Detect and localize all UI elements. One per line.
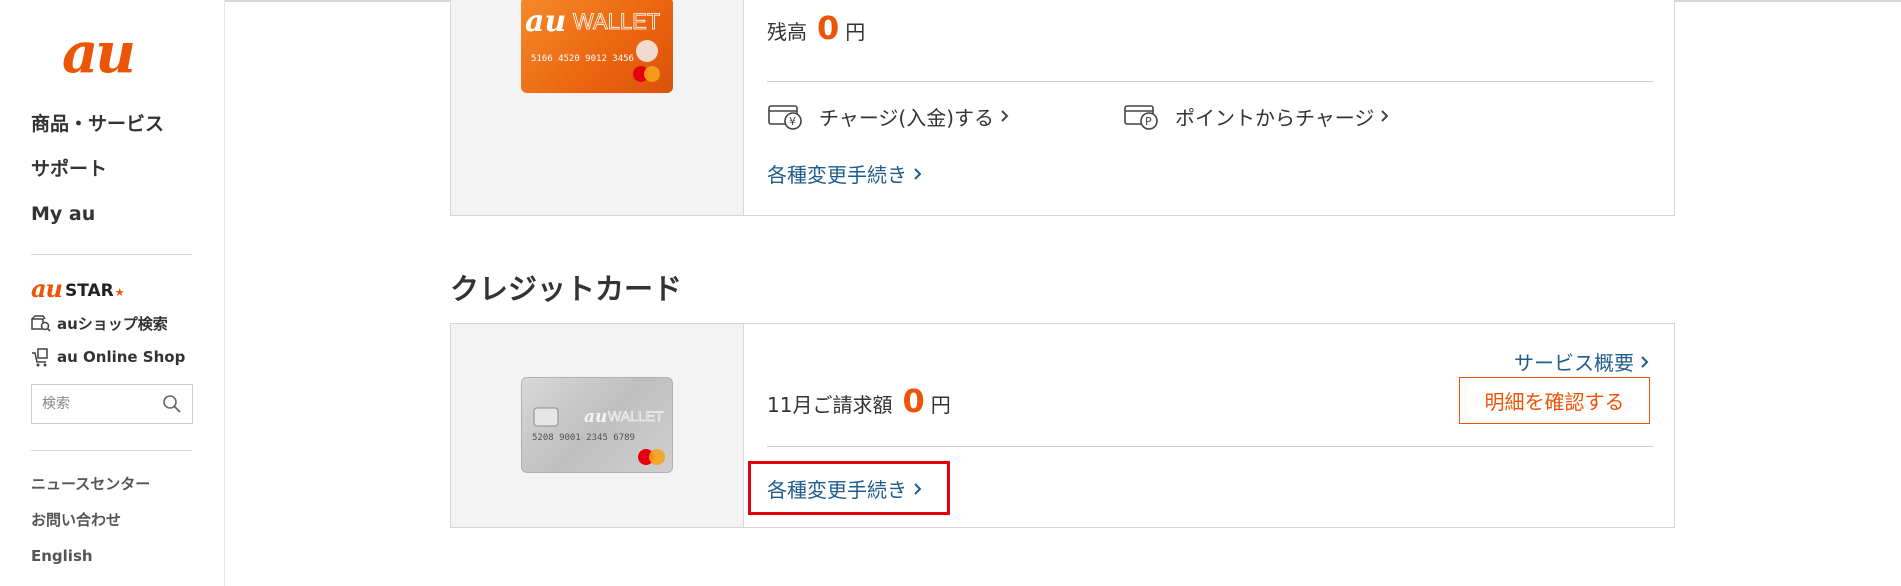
service-overview-link[interactable]: サービス概要	[1514, 347, 1649, 376]
svg-text:WALLET: WALLET	[608, 408, 664, 424]
nav-products-services[interactable]: 商品・サービス	[31, 112, 164, 157]
wallet-procedures-label: 各種変更手続き	[767, 163, 907, 187]
chevron-right-icon	[1001, 110, 1009, 122]
credit-billing: 11月ご請求額 0 円	[767, 382, 951, 420]
main-nav: 商品・サービス サポート My au	[31, 112, 164, 247]
news-center-link[interactable]: ニュースセンター	[31, 472, 150, 508]
svg-text:¥: ¥	[789, 115, 796, 128]
credit-divider	[767, 446, 1654, 447]
nav-my-au[interactable]: My au	[31, 202, 164, 247]
star-icon: ★	[114, 286, 125, 299]
credit-card-image: au WALLET 5208 9001 2345 6789	[521, 377, 673, 473]
svg-text:5166 4520 9012 3456: 5166 4520 9012 3456	[531, 54, 634, 64]
charge-yen-icon: ¥	[768, 105, 802, 130]
online-shop-label: au Online Shop	[57, 348, 186, 366]
balance-currency: 円	[845, 20, 866, 44]
svg-text:WALLET: WALLET	[573, 9, 660, 34]
highlight-box	[748, 461, 950, 515]
au-logo[interactable]: au	[58, 20, 168, 86]
austar-star: STAR	[65, 281, 114, 301]
charge-label: チャージ(入金)する	[819, 105, 995, 130]
search-box	[31, 384, 193, 424]
austar-logo[interactable]: au STAR ★	[31, 274, 125, 303]
svg-text:au: au	[584, 407, 607, 427]
billing-label: 11月ご請求額	[767, 393, 893, 417]
wallet-balance: 残高 0 円	[767, 9, 865, 47]
wallet-divider	[767, 81, 1654, 82]
contact-link[interactable]: お問い合わせ	[31, 508, 150, 544]
cart-icon	[32, 348, 48, 367]
nav-support[interactable]: サポート	[31, 157, 164, 202]
search-icon[interactable]	[162, 394, 182, 414]
austar-au: au	[31, 274, 63, 303]
billing-currency: 円	[930, 393, 951, 417]
svg-text:au: au	[525, 4, 566, 39]
credit-card-section-title: クレジットカード	[450, 272, 683, 306]
billing-value: 0	[902, 382, 925, 420]
credit-card-cell: au WALLET 5208 9001 2345 6789	[451, 324, 744, 527]
charge-button[interactable]: ¥ チャージ(入金)する	[767, 101, 1009, 131]
chevron-right-icon	[914, 167, 922, 180]
shop-search-label: auショップ検索	[57, 315, 168, 333]
shop-search-icon	[31, 314, 51, 332]
sidebar-divider	[31, 254, 192, 255]
svg-text:P: P	[1145, 115, 1152, 128]
wallet-prepaid-panel: au WALLET 5166 4520 9012 3456 残高 0 円 ¥ チ…	[450, 0, 1675, 216]
wallet-procedures-link[interactable]: 各種変更手続き	[767, 159, 922, 188]
chevron-right-icon	[1381, 110, 1389, 122]
shop-search-link[interactable]: auショップ検索	[31, 313, 168, 334]
online-shop-link[interactable]: au Online Shop	[31, 347, 185, 367]
wallet-card-cell: au WALLET 5166 4520 9012 3456	[451, 0, 744, 215]
credit-card-panel: au WALLET 5208 9001 2345 6789 サービス概要 11月…	[450, 323, 1675, 528]
balance-value: 0	[817, 9, 840, 47]
search-input[interactable]	[42, 396, 152, 412]
charge-point-icon: P	[1124, 105, 1158, 130]
balance-label: 残高	[767, 20, 807, 44]
svg-text:5208 9001 2345 6789: 5208 9001 2345 6789	[532, 433, 635, 443]
sidebar: au 商品・サービス サポート My au au STAR ★ auショップ検索…	[0, 0, 225, 586]
view-details-button[interactable]: 明細を確認する	[1459, 377, 1650, 424]
footer-links: ニュースセンター お問い合わせ English	[31, 472, 150, 580]
wallet-card-image: au WALLET 5166 4520 9012 3456	[521, 0, 673, 93]
service-overview-label: サービス概要	[1514, 351, 1634, 375]
point-charge-button[interactable]: P ポイントからチャージ	[1123, 101, 1389, 131]
point-charge-label: ポイントからチャージ	[1175, 105, 1375, 130]
english-link[interactable]: English	[31, 544, 150, 580]
chevron-right-icon	[1641, 355, 1649, 368]
svg-text:au: au	[62, 24, 133, 84]
sidebar-divider-2	[31, 450, 192, 451]
